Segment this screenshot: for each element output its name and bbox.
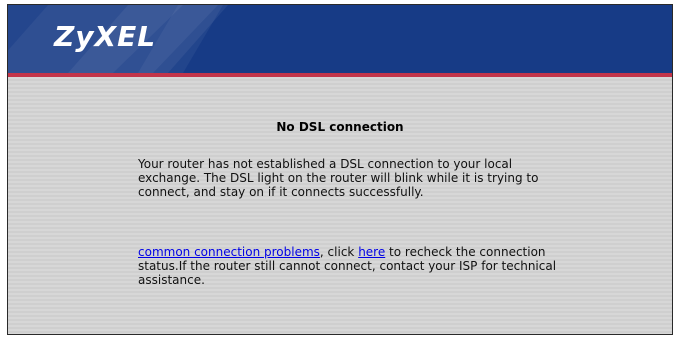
common-connection-problems-link[interactable]: common connection problems <box>138 245 320 259</box>
header-banner: ZyXEL <box>8 5 672 73</box>
content-area: No DSL connection Your router has not es… <box>8 77 672 334</box>
page-title: No DSL connection <box>276 120 404 134</box>
zyxel-logo: ZyXEL <box>54 20 157 53</box>
help-paragraph: common connection problems, click here t… <box>138 245 558 287</box>
status-explanation: Your router has not established a DSL co… <box>138 157 539 199</box>
recheck-here-link[interactable]: here <box>358 245 385 259</box>
router-status-page: ZyXEL No DSL connection Your router has … <box>7 4 673 335</box>
help-text-1: , click <box>319 245 359 259</box>
